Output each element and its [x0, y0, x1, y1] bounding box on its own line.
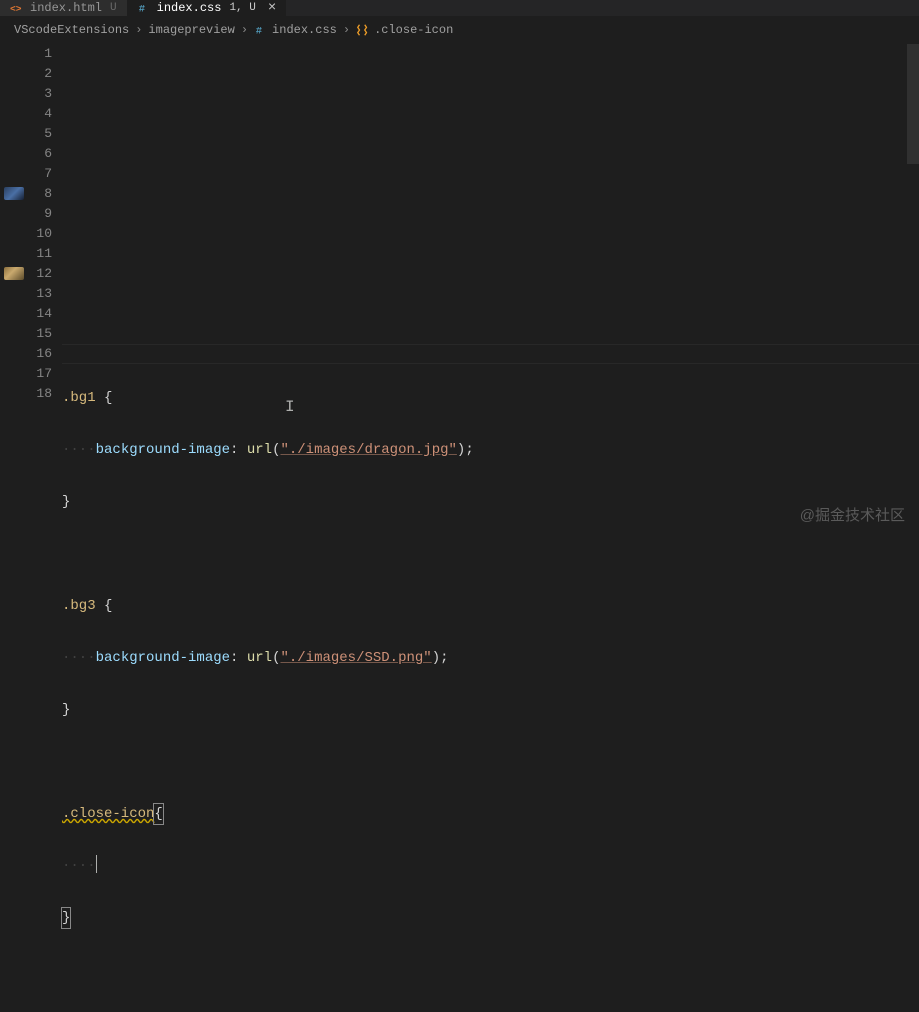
svg-text:<>: <> [10, 4, 22, 15]
close-icon[interactable]: × [268, 1, 276, 15]
tab-label: index.html [30, 1, 102, 15]
tab-git-status: 1, U [229, 2, 255, 14]
tab-label: index.css [157, 1, 222, 15]
breadcrumb-item-folder[interactable]: VScodeExtensions [14, 23, 129, 37]
image-preview-thumbnail[interactable] [4, 187, 24, 200]
text-cursor [96, 855, 97, 873]
breadcrumb: VScodeExtensions › imagepreview › # inde… [0, 16, 919, 44]
code-editor[interactable]: 123 456 789 101112 131415 161718 .bg1 { … [0, 44, 919, 1012]
css-file-icon: # [254, 23, 268, 37]
tab-bar: <> index.html U # index.css 1, U × [0, 0, 919, 16]
symbol-class-icon [356, 23, 370, 37]
line-number-gutter: 123 456 789 101112 131415 161718 [28, 44, 62, 1012]
tab-index-css[interactable]: # index.css 1, U × [127, 0, 287, 16]
breadcrumb-item-folder[interactable]: imagepreview [148, 23, 234, 37]
vertical-scrollbar[interactable] [907, 44, 919, 164]
tab-index-html[interactable]: <> index.html U [0, 0, 127, 16]
chevron-right-icon: › [241, 23, 248, 37]
chevron-right-icon: › [135, 23, 142, 37]
breadcrumb-item-symbol[interactable]: .close-icon [356, 23, 453, 37]
image-preview-thumbnail[interactable] [4, 267, 24, 280]
tab-git-status: U [110, 2, 117, 14]
code-content[interactable]: .bg1 { ····background-image: url("./imag… [62, 44, 919, 1012]
breadcrumb-item-file[interactable]: # index.css [254, 23, 337, 37]
css-file-icon: # [137, 1, 151, 15]
watermark-text: @掘金技术社区 [800, 504, 905, 525]
chevron-right-icon: › [343, 23, 350, 37]
html-file-icon: <> [10, 1, 24, 15]
svg-text:#: # [256, 25, 262, 37]
svg-text:#: # [138, 4, 144, 16]
glyph-margin [0, 44, 28, 1012]
